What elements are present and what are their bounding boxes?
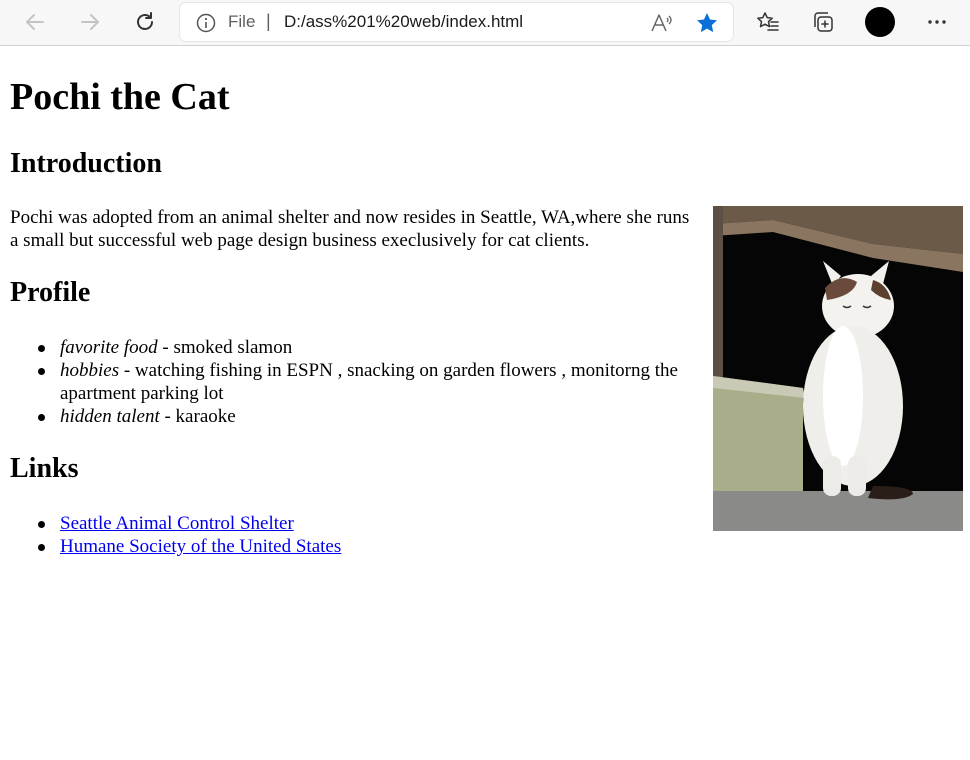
- humane-society-link[interactable]: Humane Society of the United States: [60, 536, 341, 557]
- collections-button[interactable]: [805, 4, 841, 40]
- scheme-label: File: [228, 12, 256, 31]
- profile-list: favorite food - smoked slamon hobbies - …: [0, 336, 715, 428]
- links-list: Seattle Animal Control Shelter Humane So…: [0, 512, 600, 558]
- web-page: Pochi the Cat Introduction Pochi was ado…: [0, 47, 970, 760]
- favorites-icon: [757, 12, 779, 31]
- profile-avatar[interactable]: [865, 7, 895, 37]
- profile-term: hidden talent: [60, 406, 160, 427]
- link-item: Seattle Animal Control Shelter: [0, 512, 600, 535]
- refresh-icon: [137, 12, 153, 30]
- read-aloud-icon[interactable]: [650, 12, 674, 34]
- more-icon: [928, 20, 946, 24]
- more-button[interactable]: [919, 4, 955, 40]
- profile-desc: - watching fishing in ESPN , snacking on…: [60, 360, 678, 404]
- page-title: Pochi the Cat: [10, 76, 230, 118]
- favorite-star-icon[interactable]: [695, 11, 719, 35]
- profile-item: hidden talent - karaoke: [0, 405, 715, 428]
- back-icon: [26, 14, 44, 30]
- seattle-shelter-link[interactable]: Seattle Animal Control Shelter: [60, 513, 294, 534]
- intro-heading: Introduction: [10, 148, 162, 179]
- back-button[interactable]: [17, 4, 53, 40]
- favorites-button[interactable]: [750, 4, 786, 40]
- cat-photo: [713, 206, 963, 531]
- refresh-button[interactable]: [127, 4, 163, 40]
- profile-term: hobbies: [60, 360, 120, 381]
- link-item: Humane Society of the United States: [0, 535, 600, 558]
- forward-button[interactable]: [72, 4, 108, 40]
- collections-icon: [814, 12, 833, 32]
- links-heading: Links: [10, 453, 79, 484]
- info-icon[interactable]: [196, 13, 216, 33]
- profile-desc: - smoked slamon: [157, 337, 293, 358]
- profile-term: favorite food: [60, 337, 158, 358]
- forward-icon: [81, 14, 99, 30]
- intro-text: Pochi was adopted from an animal shelter…: [10, 207, 690, 251]
- url-text[interactable]: D:/ass%201%20web/index.html: [284, 12, 523, 32]
- profile-item: hobbies - watching fishing in ESPN , sna…: [0, 359, 715, 405]
- profile-desc: - karaoke: [159, 406, 236, 427]
- profile-item: favorite food - smoked slamon: [0, 336, 715, 359]
- browser-toolbar: File | D:/ass%201%20web/index.html: [0, 0, 970, 46]
- address-bar[interactable]: File | D:/ass%201%20web/index.html: [180, 3, 733, 41]
- profile-heading: Profile: [10, 277, 91, 308]
- address-separator: |: [266, 11, 271, 31]
